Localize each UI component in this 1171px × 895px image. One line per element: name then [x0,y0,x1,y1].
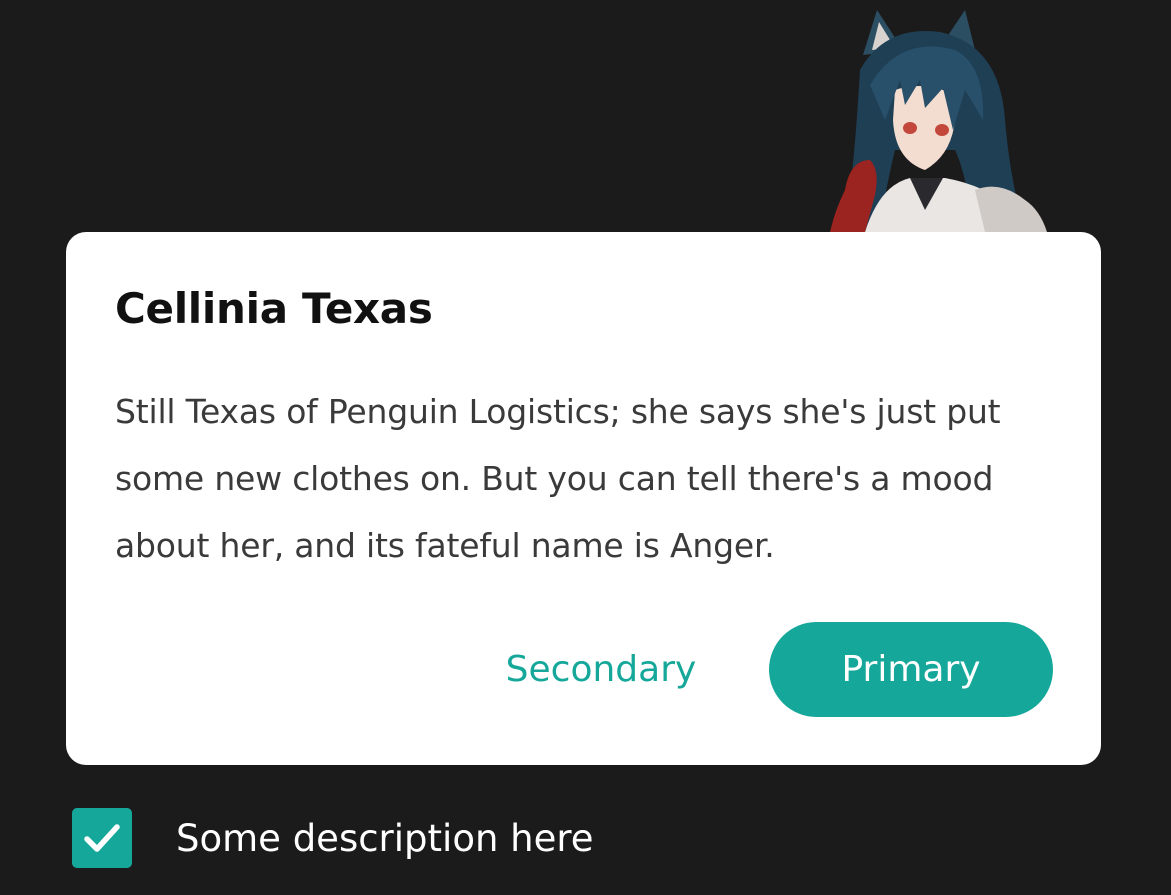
checkbox-label: Some description here [176,816,594,860]
dialog-card: Cellinia Texas Still Texas of Penguin Lo… [66,232,1101,765]
dialog-title: Cellinia Texas [115,284,433,333]
checkbox-row[interactable]: Some description here [72,808,594,868]
primary-button[interactable]: Primary [769,622,1053,717]
character-portrait-icon [830,10,1047,232]
secondary-button[interactable]: Secondary [486,622,716,717]
dialog-body: Still Texas of Penguin Logistics; she sa… [115,392,1001,565]
checkmark-icon [84,824,120,852]
screen: Cellinia Texas Still Texas of Penguin Lo… [0,0,1171,895]
checkbox[interactable] [72,808,132,868]
